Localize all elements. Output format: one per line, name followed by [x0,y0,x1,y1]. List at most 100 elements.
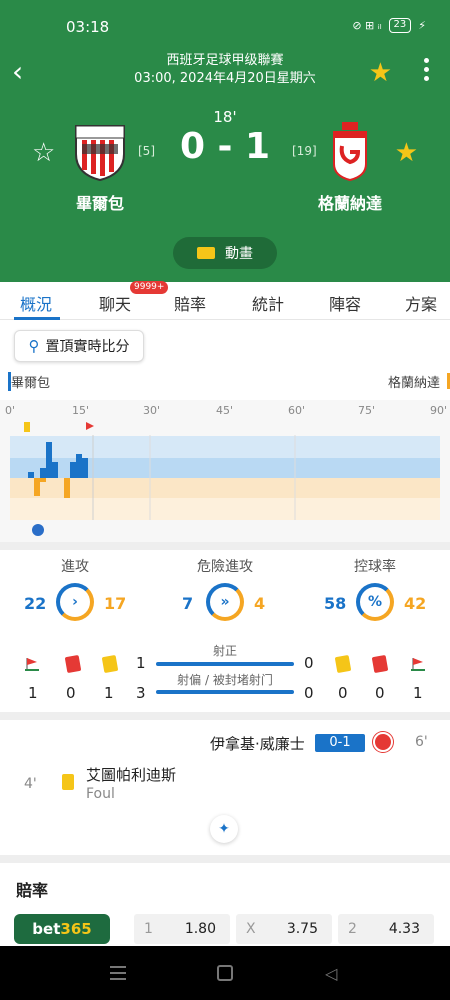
stat-attacks-home: 22 [24,594,47,613]
home-corner-icon [25,658,39,671]
card-minute: 4' [24,776,37,792]
home-rank: [5] [138,144,155,158]
away-yellow-cards: 0 [338,684,348,702]
bookmaker-name-b: 365 [60,920,92,938]
stat-attacks: 進攻 22 › 17 [0,556,150,621]
shots-off-home: 3 [136,684,146,702]
tab-odds[interactable]: 賠率 [174,291,206,315]
timeline-away-label: 格蘭納達 [387,376,440,391]
home-red-card-icon [64,654,82,674]
timeline-header: 畢爾包 格蘭納達 [0,372,450,392]
tab-bar: 概況 聊天 9999+ 賠率 統計 陣容 方案 [0,281,450,320]
odds-draw-key: X [246,921,256,937]
away-red-card-icon [371,654,389,674]
home-red-cards: 0 [66,684,76,702]
goal-scorer[interactable]: 伊拿基·威廉士 [210,733,305,754]
home-icon[interactable] [217,965,233,981]
odds-title: 賠率 [16,881,49,900]
away-team-name[interactable]: 格蘭納達 [290,190,410,214]
whistle-icon: ✦ [210,815,238,843]
odds-home-key: 1 [144,921,153,937]
animation-icon [197,247,215,259]
separator [0,855,450,863]
tick-0: 0' [5,404,16,417]
match-score: 0 - 1 [179,126,271,167]
network-icons: ⊘ ⊞ ᵢₗ [352,19,382,32]
away-corner-icon [411,658,425,671]
home-team-crest[interactable] [72,120,128,182]
stat-possession-away: 42 [404,594,427,613]
pin-label: 置頂實時比分 [45,339,130,355]
odds-away-value: 4.33 [388,921,420,937]
odds-away-key: 2 [348,921,357,937]
away-favorite-star-icon[interactable]: ★ [395,138,418,168]
home-yellow-card-icon [101,654,119,674]
odds-home-win[interactable]: 1 1.80 [134,914,230,944]
momentum-bars [24,422,296,520]
home-team-name[interactable]: 畢爾包 [40,190,160,214]
corner-flag-marker [86,422,94,430]
home-favorite-star-icon[interactable]: ☆ [32,138,55,168]
home-yellow-cards: 1 [104,684,114,702]
away-corners: 1 [413,684,423,702]
tick-15: 15' [72,404,90,417]
tab-chat[interactable]: 聊天 [99,291,131,315]
momentum-timeline: 0' 15' 30' 45' 60' 75' 90' [0,400,450,542]
favorite-match-star-icon[interactable]: ★ [369,58,392,88]
status-icons: ⊘ ⊞ ᵢₗ 23 ⚡ [352,18,426,33]
odds-draw[interactable]: X 3.75 [236,914,332,944]
stat-dangerous-title: 危險進攻 [197,559,253,575]
tick-75: 75' [358,404,376,417]
stat-dangerous-away: 4 [254,594,266,613]
system-nav-bar: ◁ [0,946,450,1000]
shots-on-bar [156,662,294,666]
chat-badge: 9999+ [130,281,169,294]
tab-lineup[interactable]: 陣容 [329,291,361,315]
stat-possession: 控球率 58 % 42 [300,556,450,621]
tab-overview[interactable]: 概況 [20,291,52,315]
possession-ring-icon: % [356,583,394,621]
timeline-home-label: 畢爾包 [8,372,50,391]
pin-icon: ⚲ [28,337,40,355]
tab-stats[interactable]: 統計 [252,291,284,315]
match-header: 03:18 ⊘ ⊞ ᵢₗ 23 ⚡ ‹ 西班牙足球甲级聯賽 03:00, 202… [0,0,450,282]
back-triangle-icon[interactable]: ◁ [325,964,337,983]
more-menu-icon[interactable] [424,58,430,85]
tab-plans[interactable]: 方案 [405,291,437,315]
key-stats: 進攻 22 › 17 危險進攻 7 » 4 控球率 58 % 42 [0,556,450,646]
stat-dangerous-attacks: 危險進攻 7 » 4 [150,556,300,621]
goal-ball-icon [32,524,44,536]
animation-button[interactable]: 動畫 [173,237,277,269]
pin-live-score-button[interactable]: ⚲ 置頂實時比分 [14,330,144,362]
charging-icon: ⚡ [418,19,426,32]
separator [0,712,450,720]
away-team-crest[interactable] [322,120,378,182]
card-player[interactable]: 艾圖帕利迪斯 [86,764,176,785]
shots-on-label: 射正 [212,644,237,658]
card-reason: Foul [86,786,115,802]
bet365-logo[interactable]: bet365 [14,914,110,944]
match-minute: 18' [213,108,237,126]
tick-60: 60' [288,404,306,417]
shots-off-bar [156,690,294,694]
card-marker [24,422,30,432]
shots-off-away: 0 [304,684,314,702]
stat-attacks-title: 進攻 [61,559,89,575]
stat-attacks-away: 17 [104,594,127,613]
bookmaker-name-a: bet [32,920,61,938]
tick-90: 90' [430,404,448,417]
away-rank: [19] [292,144,317,158]
attacks-ring-icon: › [56,583,94,621]
recent-apps-icon[interactable] [110,966,126,980]
shots-off-label: 射偏 / 被封堵射门 [177,673,273,687]
separator [0,542,450,550]
odds-draw-value: 3.75 [286,921,318,937]
status-time: 03:18 [66,18,110,36]
cards-and-shots: 1 射正 0 1 0 1 3 射偏 / 被封堵射门 0 0 0 1 [0,640,450,710]
status-bar: 03:18 ⊘ ⊞ ᵢₗ 23 ⚡ [0,18,450,38]
shots-on-home: 1 [136,654,146,672]
odds-away-win[interactable]: 2 4.33 [338,914,434,944]
yellow-card-icon [62,774,74,790]
goal-minute: 6' [415,734,428,750]
battery-icon: 23 [388,18,412,33]
